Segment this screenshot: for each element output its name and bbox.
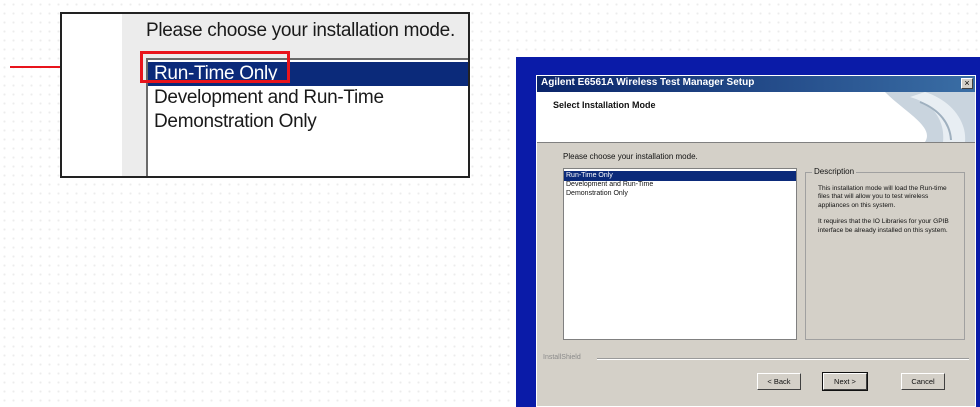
zoom-list-item-demonstration-only[interactable]: Demonstration Only (154, 110, 317, 134)
close-button[interactable]: × (961, 78, 973, 89)
installation-mode-list[interactable]: Run-Time Only Development and Run-Time D… (563, 168, 797, 340)
next-button[interactable]: Next > (822, 372, 868, 391)
zoom-list-item-development-and-run-time[interactable]: Development and Run-Time (154, 86, 384, 110)
list-item-demonstration-only[interactable]: Demonstration Only (566, 189, 628, 199)
installer-graphic-icon (885, 92, 975, 142)
header-panel: Select Installation Mode (537, 92, 975, 143)
setup-dialog: Agilent E6561A Wireless Test Manager Set… (536, 75, 976, 407)
dialog-prompt-label: Please choose your installation mode. (563, 152, 698, 161)
installshield-label: InstallShield (543, 354, 581, 361)
page-title: Select Installation Mode (553, 100, 656, 110)
zoom-callout: Please choose your installation mode. Ru… (60, 12, 470, 178)
window-title: Agilent E6561A Wireless Test Manager Set… (541, 77, 755, 88)
zoom-left-strip (62, 14, 122, 176)
cancel-button[interactable]: Cancel (901, 373, 945, 390)
description-group: Description This installation mode will … (805, 167, 965, 340)
zoom-prompt-label: Please choose your installation mode. (146, 20, 455, 41)
description-text: This installation mode will load the Run… (818, 185, 960, 243)
footer-divider (597, 358, 969, 360)
description-legend: Description (812, 167, 857, 176)
description-paragraph-1: This installation mode will load the Run… (818, 185, 947, 209)
description-paragraph-2: It requires that the IO Libraries for yo… (818, 218, 949, 234)
title-bar[interactable]: Agilent E6561A Wireless Test Manager Set… (537, 76, 975, 92)
back-button[interactable]: < Back (757, 373, 801, 390)
highlight-box (140, 51, 290, 83)
